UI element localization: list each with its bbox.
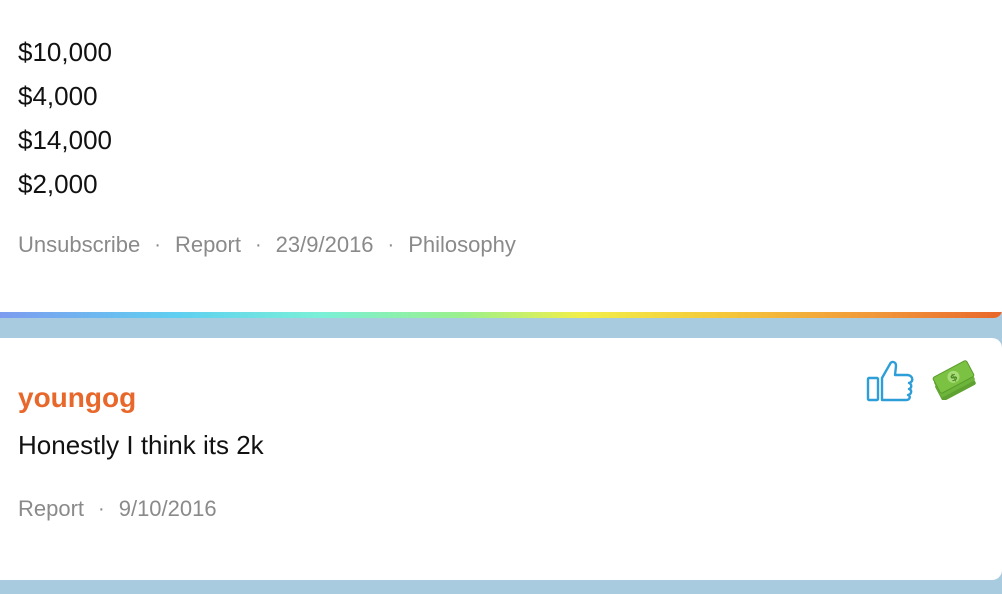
option-item[interactable]: $10,000 — [18, 30, 112, 74]
separator-dot: · — [255, 233, 262, 256]
rainbow-divider — [0, 312, 1002, 318]
question-date: 23/9/2016 — [275, 232, 374, 257]
answer-username[interactable]: youngog — [18, 382, 136, 414]
report-link[interactable]: Report — [18, 496, 84, 522]
answer-options: $10,000 $4,000 $14,000 $2,000 — [18, 30, 112, 206]
report-link[interactable]: Report — [175, 232, 241, 258]
category-link[interactable]: Philosophy — [408, 232, 516, 258]
separator-dot: · — [154, 233, 161, 256]
answer-text: Honestly I think its 2k — [18, 430, 264, 460]
thumbs-up-icon[interactable] — [866, 358, 914, 404]
answer-meta: Report · 9/10/2016 — [18, 496, 217, 522]
question-meta: Unsubscribe · Report · 23/9/2016 · Philo… — [18, 232, 516, 258]
option-item[interactable]: $14,000 — [18, 118, 112, 162]
separator-dot: · — [387, 233, 395, 256]
answer-date: 9/10/2016 — [118, 496, 217, 521]
unsubscribe-link[interactable]: Unsubscribe — [18, 232, 140, 258]
question-card: $10,000 $4,000 $14,000 $2,000 Unsubscrib… — [0, 0, 1002, 318]
money-icon[interactable]: $ — [930, 360, 978, 402]
answer-card: youngog Honestly I think its 2k Report ·… — [0, 338, 1002, 580]
option-item[interactable]: $2,000 — [18, 162, 112, 206]
option-item[interactable]: $4,000 — [18, 74, 112, 118]
separator-dot: · — [98, 497, 105, 520]
